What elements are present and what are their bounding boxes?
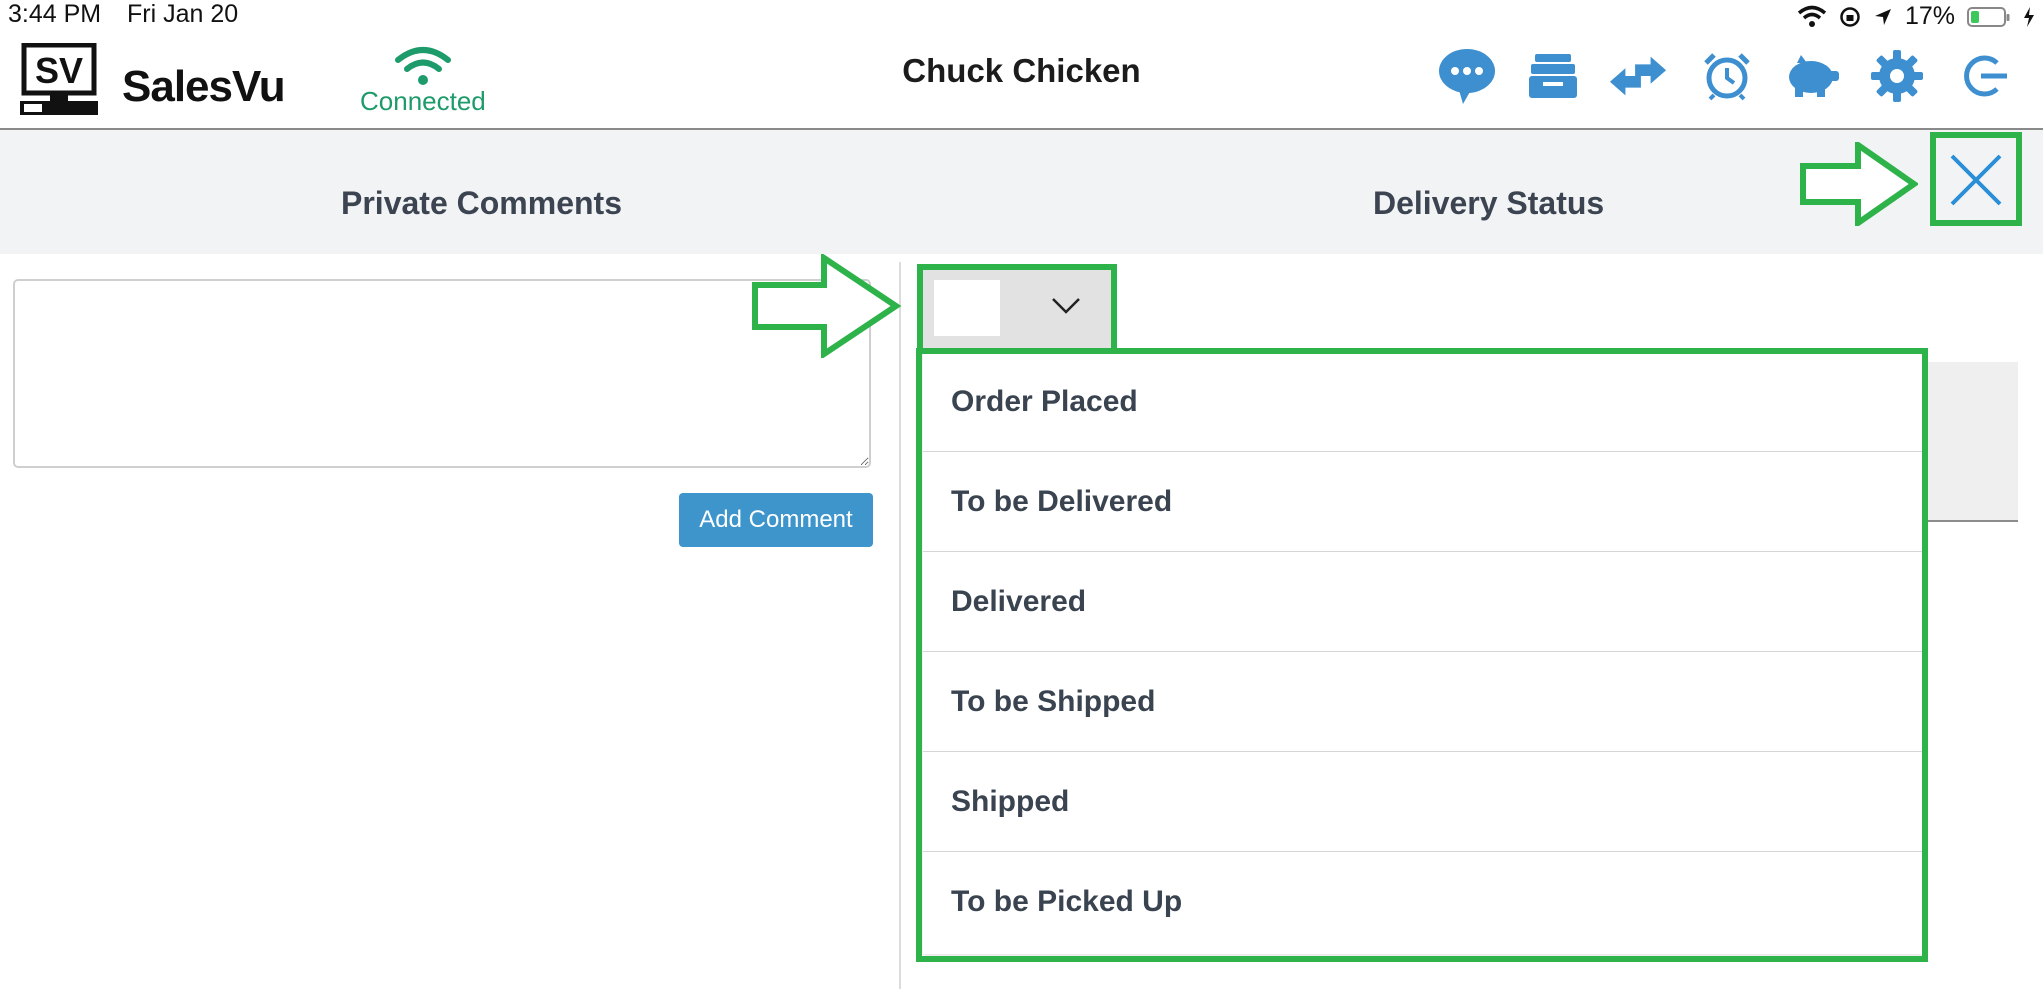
status-date: Fri Jan 20 [127, 0, 239, 28]
status-card-background [1918, 362, 2018, 522]
location-arrow-icon [1874, 8, 1891, 25]
status-time: 3:44 PM [8, 0, 102, 28]
private-comments-title: Private Comments [341, 185, 622, 221]
battery-percent: 17% [1904, 2, 1955, 30]
select-highlight-box [917, 264, 1117, 354]
panel-header-band [0, 130, 2043, 254]
connection-status: Connected [360, 86, 486, 116]
delivery-status-title: Delivery Status [1373, 185, 1605, 221]
transfer-arrows-icon[interactable] [1608, 46, 1668, 106]
register-drawer-icon[interactable] [1523, 46, 1583, 106]
close-button[interactable] [1946, 150, 2006, 210]
charging-bolt-icon [2024, 6, 2034, 27]
column-divider [899, 262, 901, 989]
orientation-lock-icon [1840, 6, 1860, 27]
annotation-arrow-right-icon-2 [752, 254, 902, 358]
add-comment-button[interactable]: Add Comment [679, 493, 873, 547]
annotation-arrow-right-icon [1800, 142, 1918, 226]
wifi-icon [1797, 5, 1827, 27]
private-comment-input[interactable] [13, 279, 871, 468]
dropdown-highlight-box [916, 348, 1928, 962]
battery-icon [1967, 6, 2010, 27]
piggy-bank-icon[interactable] [1782, 46, 1842, 106]
logout-icon[interactable] [1954, 46, 2014, 106]
status-indicators: 17% [1797, 2, 2035, 31]
close-icon [1950, 154, 2002, 206]
alarm-clock-icon[interactable] [1697, 46, 1757, 106]
settings-gear-icon[interactable] [1867, 46, 1927, 106]
chat-icon[interactable] [1437, 46, 1497, 106]
